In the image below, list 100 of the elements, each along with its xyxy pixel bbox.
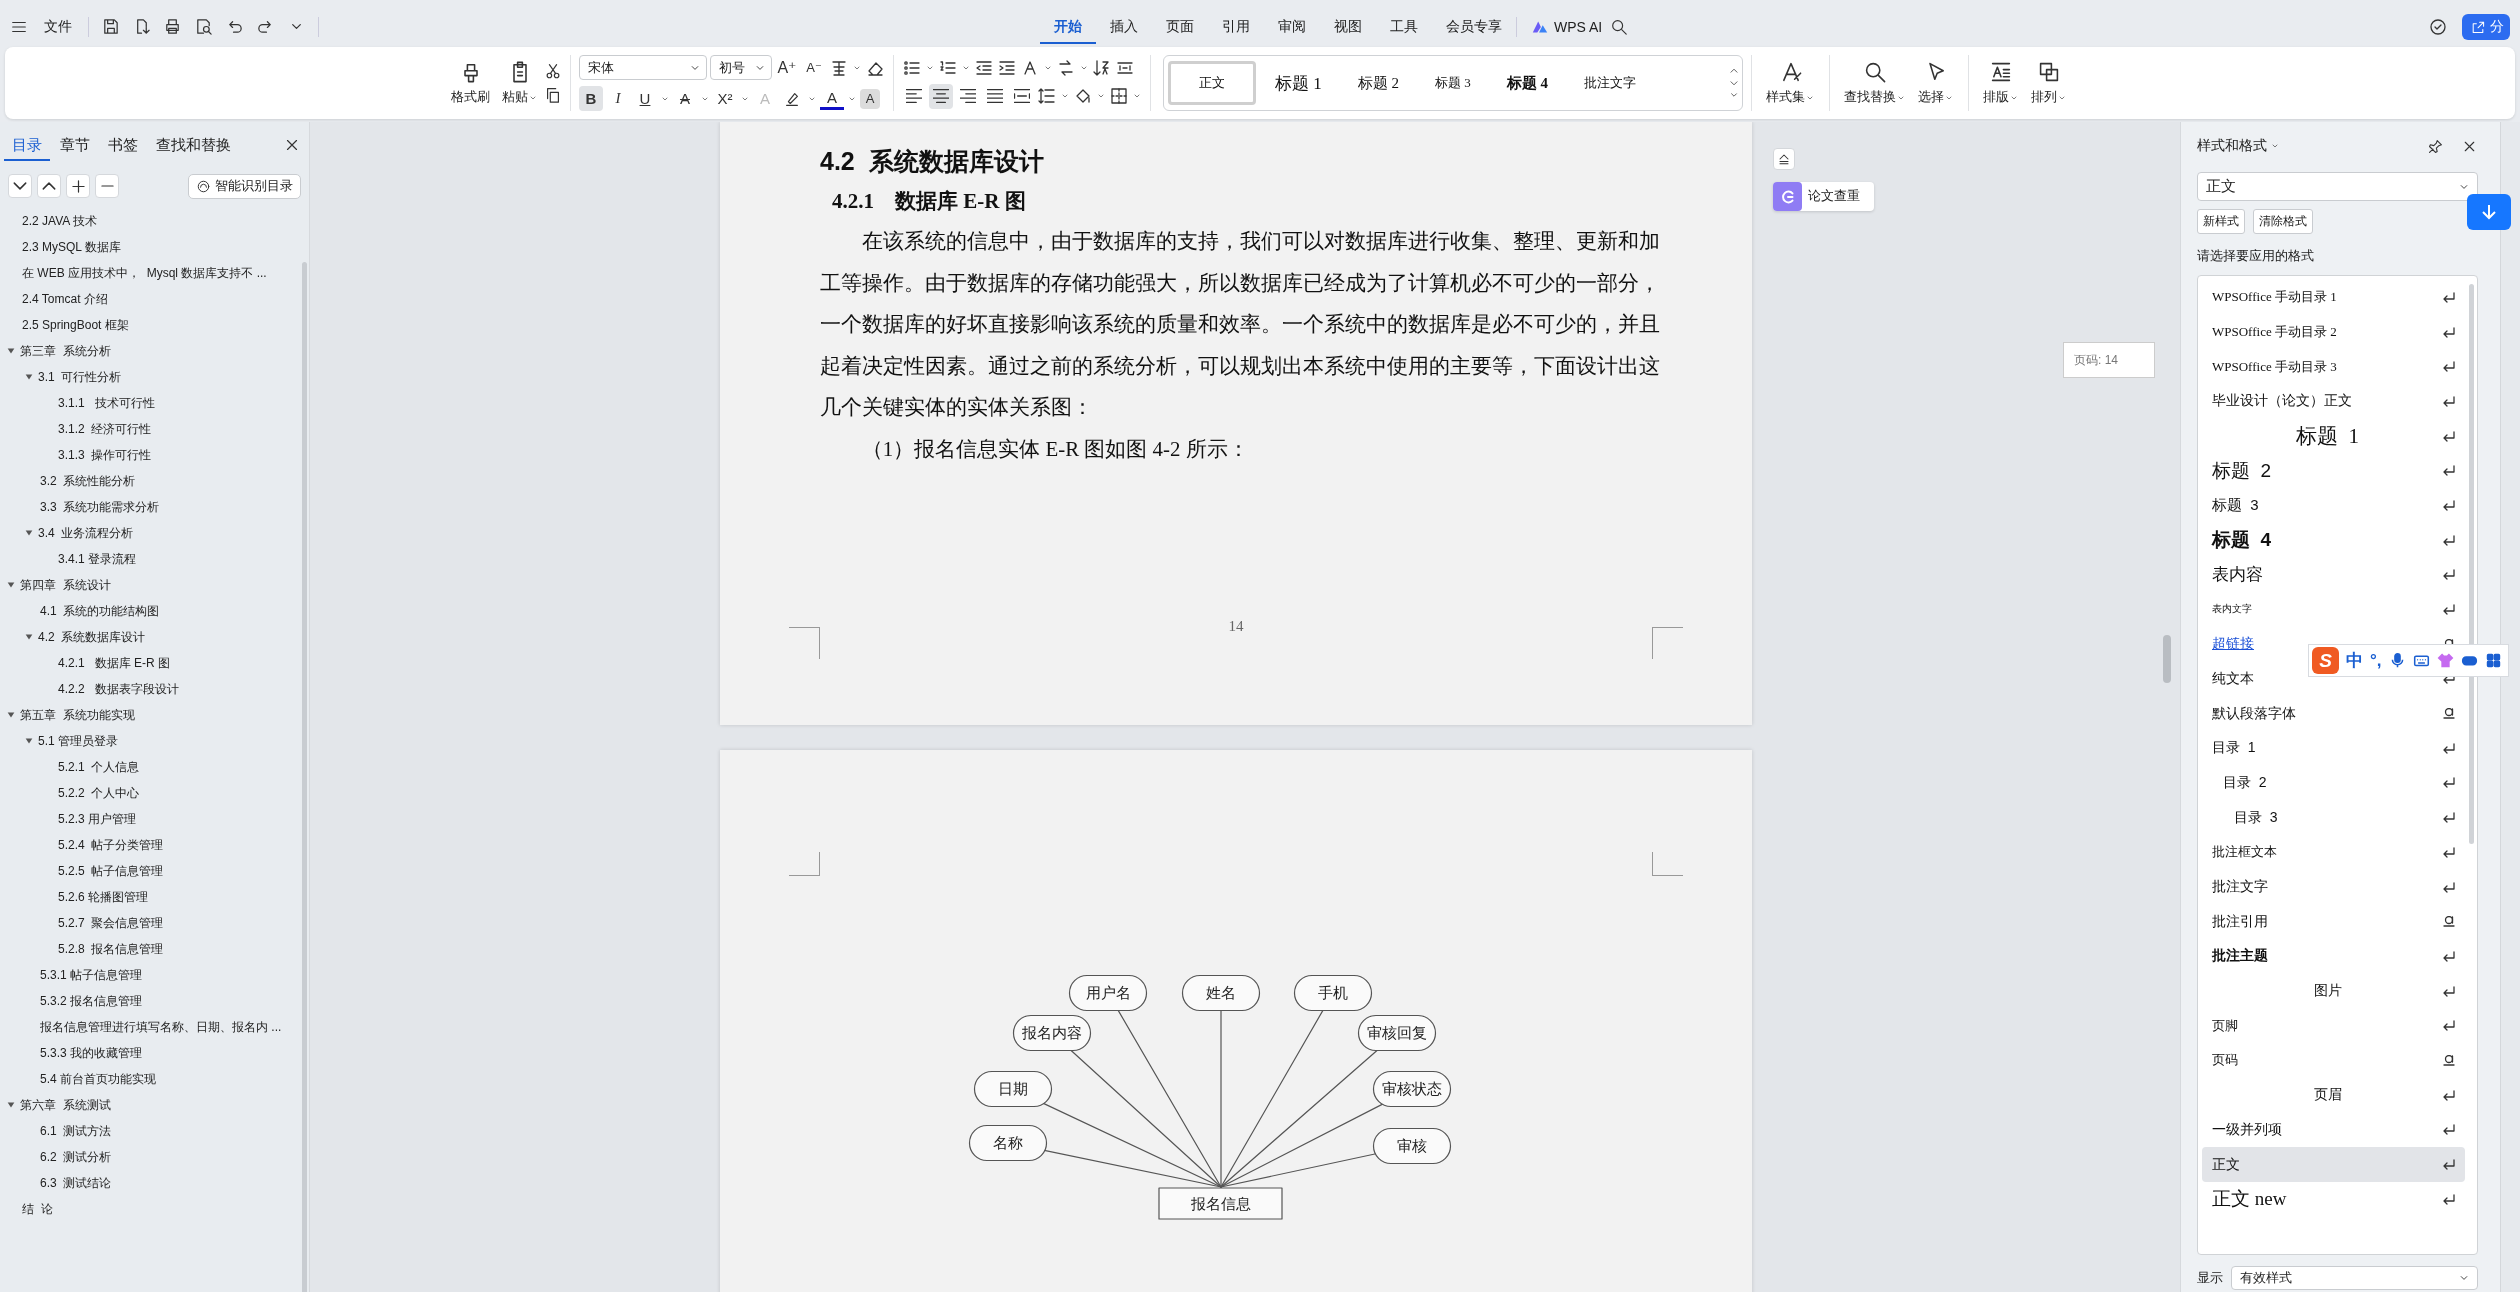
style-item[interactable]: 一级并列项 [2202,1112,2465,1148]
bold-button[interactable]: B [579,86,603,111]
grow-font-button[interactable]: A⁺ [775,55,799,80]
style-option[interactable]: 标题 2 [1340,61,1416,105]
toc-item[interactable]: 3.4.1 登录流程 [0,546,301,572]
toc-item[interactable]: 6.2 测试分析 [0,1144,301,1170]
style-item[interactable]: 页码 [2202,1043,2465,1078]
expand-arrow-icon[interactable] [6,580,16,590]
download-button[interactable] [2467,194,2511,230]
grid-icon[interactable] [2484,652,2502,669]
smart-toc-button[interactable]: 智能识别目录 [188,173,301,199]
style-item[interactable]: 页眉 [2202,1077,2465,1113]
toc-item[interactable]: 5.2.8 报名信息管理 [0,936,301,962]
style-action-button[interactable]: 新样式 [2197,209,2245,234]
toc-item[interactable]: 5.2.4 帖子分类管理 [0,832,301,858]
style-item[interactable]: 批注文字 [2202,869,2465,905]
toc-item[interactable]: 3.1.3 操作可行性 [0,442,301,468]
toc-item[interactable]: 5.3.3 我的收藏管理 [0,1040,301,1066]
toc-item[interactable]: 5.2.3 用户管理 [0,806,301,832]
toc-item[interactable]: 报名信息管理进行填写名称、日期、报名内 ... [0,1014,301,1040]
remove-level-button[interactable] [95,174,119,198]
style-item[interactable]: 标题 1 [2202,418,2465,454]
menu-tab[interactable]: 会员专享 [1432,9,1516,44]
pin-icon[interactable] [2427,137,2444,155]
style-option[interactable]: 标题 1 [1258,61,1339,105]
file-menu[interactable]: 文件 [40,13,76,40]
expand-arrow-icon[interactable] [24,528,34,538]
panel-tab[interactable]: 查找和替换 [148,129,239,161]
toc-item[interactable]: 4.2.2 数据表字段设计 [0,676,301,702]
search-icon[interactable] [1610,17,1629,36]
panel-tab[interactable]: 书签 [100,129,146,161]
style-option[interactable]: 正文 [1168,61,1256,105]
toc-item[interactable]: 5.1 管理员登录 [0,728,301,754]
print-icon[interactable] [163,17,182,36]
style-item[interactable]: WPSOffice 手动目录 1 [2202,280,2465,315]
style-item[interactable]: 毕业设计（论文）正文 [2202,384,2465,419]
collapse-button[interactable] [1773,148,1795,170]
current-style-select[interactable]: 正文 [2197,172,2478,201]
toc-item[interactable]: 第三章 系统分析 [0,338,301,364]
toc-item[interactable]: 在 WEB 应用技术中， Mysql 数据库支持不 ... [0,260,301,286]
collapse-all-button[interactable] [8,174,32,198]
arrange-button[interactable]: 排列 [2025,58,2073,108]
font-color-button[interactable]: A [820,87,844,110]
toc-item[interactable]: 5.4 前台首页功能实现 [0,1066,301,1092]
expand-arrow-icon[interactable] [6,710,16,720]
toc-item[interactable]: 5.2.7 聚会信息管理 [0,910,301,936]
menu-tab[interactable]: 视图 [1320,9,1376,44]
find-replace-button[interactable]: 查找替换 [1838,58,1912,108]
toc-item[interactable]: 2.5 SpringBoot 框架 [0,312,301,338]
ai-button[interactable]: WPS AI [1523,13,1611,40]
style-item[interactable]: 目录 3 [2202,800,2465,835]
punctuation-toggle[interactable]: °, [2370,650,2382,671]
toc-item[interactable]: 5.3.1 帖子信息管理 [0,962,301,988]
style-item[interactable]: 默认段落字体 [2202,696,2465,731]
border-icon[interactable] [1109,86,1129,106]
menu-tab[interactable]: 工具 [1376,9,1432,44]
style-item[interactable]: 标题 4 [2202,522,2465,558]
toc-item[interactable]: 6.1 测试方法 [0,1118,301,1144]
style-option[interactable]: 批注文字 [1567,61,1653,105]
save-icon[interactable] [101,17,120,36]
style-item[interactable]: 批注主题 [2202,939,2465,974]
panel-tab[interactable]: 章节 [52,129,98,161]
ime-mode-toggle[interactable]: 中 [2346,649,2363,672]
style-item[interactable]: 目录 2 [2202,765,2465,801]
strike-button[interactable]: A [673,86,697,111]
toc-item[interactable]: 第六章 系统测试 [0,1092,301,1118]
style-item[interactable]: 正文 [2202,1147,2465,1182]
share-button[interactable]: 分 [2462,13,2510,40]
expand-arrow-icon[interactable] [24,372,34,382]
style-option[interactable]: 标题 4 [1489,61,1565,105]
font-size-select[interactable]: 初号 [710,55,772,80]
add-level-button[interactable] [66,174,90,198]
toc-item[interactable]: 3.2 系统性能分析 [0,468,301,494]
paste-button[interactable]: 粘贴 [496,58,544,108]
style-item[interactable]: 批注框文本 [2202,835,2465,870]
toc-item[interactable]: 2.2 JAVA 技术 [0,208,301,234]
layout-button[interactable]: 排版 [1977,58,2025,108]
style-set-button[interactable]: 样式集 [1760,58,1821,108]
line-spacing-icon[interactable] [1037,86,1057,106]
expand-arrow-icon[interactable] [24,736,34,746]
font-name-select[interactable]: 宋体 [579,55,707,80]
expand-arrow-icon[interactable] [6,1100,16,1110]
expand-arrow-icon[interactable] [6,346,16,356]
print-preview-icon[interactable] [194,17,213,36]
toc-item[interactable]: 5.2.2 个人中心 [0,780,301,806]
toc-item[interactable]: 3.1.2 经济可行性 [0,416,301,442]
cut-icon[interactable] [544,62,562,80]
menu-tab[interactable]: 页面 [1152,9,1208,44]
toc-item[interactable]: 3.1 可行性分析 [0,364,301,390]
show-select[interactable]: 有效样式 [2231,1266,2478,1290]
italic-button[interactable]: I [606,86,630,111]
panel-tab[interactable]: 目录 [4,129,50,161]
style-item[interactable]: 目录 1 [2202,730,2465,766]
align-center-button[interactable] [929,83,953,109]
style-option[interactable]: 标题 3 [1418,61,1488,105]
style-item[interactable]: WPSOffice 手动目录 2 [2202,314,2465,350]
shirt-icon[interactable] [2436,652,2454,669]
copy-icon[interactable] [544,86,562,104]
toc-item[interactable]: 5.2.5 帖子信息管理 [0,858,301,884]
scrollbar-thumb[interactable] [302,262,307,1292]
